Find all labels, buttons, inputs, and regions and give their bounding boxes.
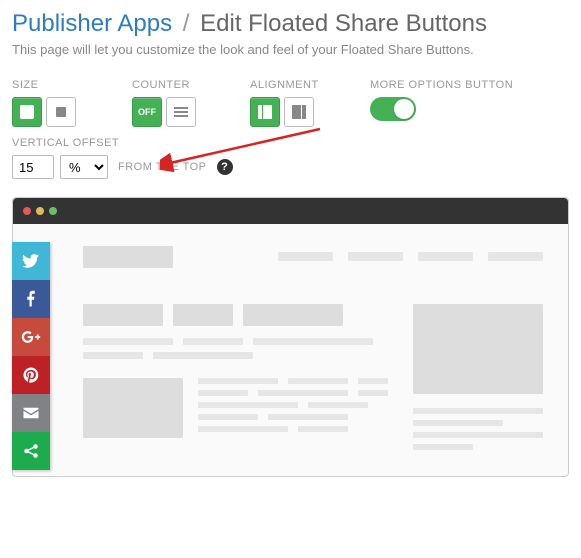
counter-on-button[interactable]: [166, 97, 196, 127]
share-sharethis-button[interactable]: [12, 432, 50, 470]
twitter-icon: [22, 252, 40, 270]
align-right-button[interactable]: [284, 97, 314, 127]
alignment-group: ALIGNMENT: [250, 79, 370, 127]
share-twitter-button[interactable]: [12, 242, 50, 280]
preview-window: [12, 197, 569, 477]
window-min-dot: [36, 207, 44, 215]
email-icon: [22, 404, 40, 422]
options-row: SIZE COUNTER OFF ALIGNMENT MORE OPTIONS …: [12, 79, 569, 127]
more-options-group: MORE OPTIONS BUTTON: [370, 79, 550, 127]
sharethis-icon: [22, 442, 40, 460]
floated-share-column: [12, 242, 50, 470]
facebook-icon: [22, 290, 40, 308]
off-text: OFF: [138, 107, 156, 117]
lines-icon: [174, 107, 188, 117]
square-icon: [20, 105, 34, 119]
preview-content: [63, 238, 552, 464]
align-left-button[interactable]: [250, 97, 280, 127]
size-large-button[interactable]: [12, 97, 42, 127]
square-small-icon: [56, 107, 66, 117]
counter-group: COUNTER OFF: [132, 79, 250, 127]
annotation-arrow-icon: [160, 125, 340, 175]
vertical-offset-input[interactable]: [12, 155, 54, 179]
share-email-button[interactable]: [12, 394, 50, 432]
size-small-button[interactable]: [46, 97, 76, 127]
size-label: SIZE: [12, 79, 132, 91]
share-facebook-button[interactable]: [12, 280, 50, 318]
share-pinterest-button[interactable]: [12, 356, 50, 394]
breadcrumb-sep: /: [183, 10, 190, 37]
more-options-label: MORE OPTIONS BUTTON: [370, 79, 550, 91]
vertical-offset-unit-select[interactable]: %: [60, 155, 108, 179]
alignment-label: ALIGNMENT: [250, 79, 370, 91]
page-description: This page will let you customize the loo…: [12, 42, 569, 57]
size-group: SIZE: [12, 79, 132, 127]
window-close-dot: [23, 207, 31, 215]
breadcrumb-current: Edit Floated Share Buttons: [200, 10, 487, 37]
googleplus-icon: [21, 327, 41, 347]
counter-off-button[interactable]: OFF: [132, 97, 162, 127]
page-title: Publisher Apps / Edit Floated Share Butt…: [12, 10, 569, 38]
share-googleplus-button[interactable]: [12, 318, 50, 356]
counter-label: COUNTER: [132, 79, 250, 91]
toggle-knob: [394, 99, 414, 119]
more-options-toggle[interactable]: [370, 97, 416, 121]
breadcrumb-root-link[interactable]: Publisher Apps: [12, 10, 172, 37]
pinterest-icon: [22, 366, 40, 384]
window-max-dot: [49, 207, 57, 215]
align-left-icon: [258, 105, 272, 119]
window-title-bar: [13, 198, 568, 224]
align-right-icon: [292, 105, 306, 119]
